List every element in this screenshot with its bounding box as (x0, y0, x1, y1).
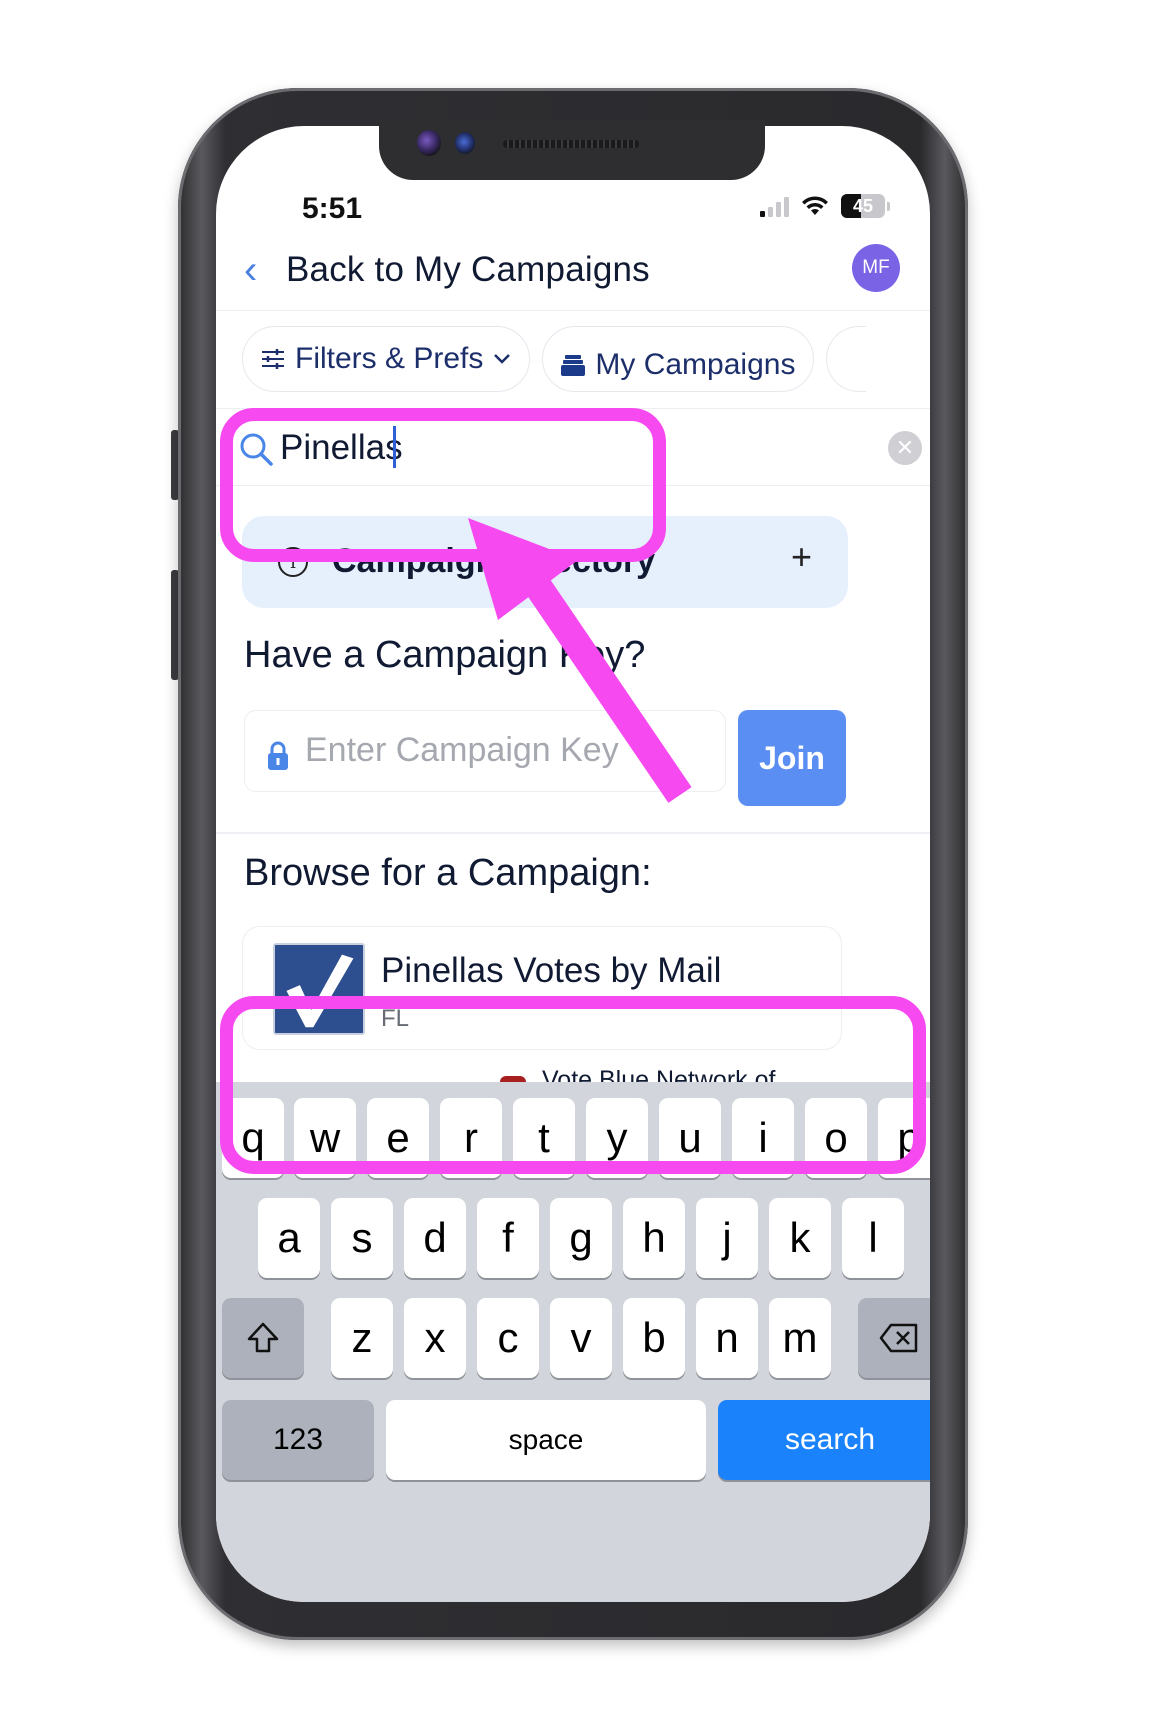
key-h[interactable]: h (623, 1198, 685, 1278)
key-i[interactable]: i (732, 1098, 794, 1178)
my-campaigns-label: My Campaigns (595, 348, 796, 381)
search-icon (240, 433, 273, 466)
info-icon: i (278, 547, 308, 577)
campaign-result-pinellas[interactable]: Pinellas Votes by Mail FL (242, 926, 842, 1050)
stack-icon (561, 355, 586, 376)
status-icons: 45 (760, 194, 890, 218)
key-y[interactable]: y (586, 1098, 648, 1178)
key-g[interactable]: g (550, 1198, 612, 1278)
status-time: 5:51 (302, 192, 363, 225)
key-x[interactable]: x (404, 1298, 466, 1378)
backspace-icon (879, 1323, 918, 1353)
battery-level: 45 (852, 195, 874, 216)
filter-chips: Filters & Prefs My Campaigns (242, 326, 867, 392)
browse-heading: Browse for a Campaign: (244, 852, 652, 894)
space-key[interactable]: space (386, 1400, 706, 1480)
avatar[interactable]: MF (852, 244, 900, 292)
on-screen-keyboard: q w e r t y u i o p a s d f g h j k l z … (216, 1082, 930, 1602)
shift-icon (247, 1322, 279, 1353)
key-w[interactable]: w (294, 1098, 356, 1178)
speaker-grille (503, 140, 639, 148)
key-u[interactable]: u (659, 1098, 721, 1178)
back-to-campaigns-link[interactable]: Back to My Campaigns (286, 250, 650, 290)
battery-icon: 45 (841, 194, 885, 218)
header-divider (216, 310, 930, 311)
campaign-key-heading: Have a Campaign Key? (244, 634, 646, 676)
key-c[interactable]: c (477, 1298, 539, 1378)
text-caret (393, 426, 396, 468)
key-t[interactable]: t (513, 1098, 575, 1178)
plus-icon[interactable]: + (791, 536, 812, 578)
key-q[interactable]: q (222, 1098, 284, 1178)
clear-icon[interactable]: ✕ (888, 431, 922, 465)
key-e[interactable]: e (367, 1098, 429, 1178)
battery-tip (887, 201, 890, 211)
section-divider (216, 832, 930, 834)
chevron-down-icon (494, 354, 511, 364)
lock-icon (268, 741, 288, 770)
campaign-key-input[interactable] (305, 725, 705, 775)
search-bar: ✕ (216, 408, 930, 486)
backspace-key[interactable] (858, 1298, 930, 1378)
phone-notch (379, 120, 765, 180)
key-j[interactable]: j (696, 1198, 758, 1278)
search-key[interactable]: search (718, 1400, 930, 1480)
shift-key[interactable] (222, 1298, 304, 1378)
campaign-directory-accordion[interactable]: i Campaign Directory + (242, 516, 848, 608)
key-o[interactable]: o (805, 1098, 867, 1178)
chevron-left-icon[interactable]: ‹ (244, 248, 257, 293)
sliders-icon (262, 349, 284, 369)
key-l[interactable]: l (842, 1198, 904, 1278)
campaign-name: Pinellas Votes by Mail (381, 951, 722, 990)
sensor-icon (455, 132, 475, 154)
wifi-icon (802, 196, 828, 215)
phone-screen: 5:51 45 ‹ Back to My Campaigns MF Filter… (216, 126, 930, 1602)
more-chip[interactable] (826, 326, 867, 392)
my-campaigns-button[interactable]: My Campaigns (542, 326, 815, 392)
signal-icon (760, 195, 789, 217)
key-s[interactable]: s (331, 1198, 393, 1278)
campaign-key-field (244, 710, 726, 792)
key-v[interactable]: v (550, 1298, 612, 1378)
checkmark-logo-icon (273, 943, 365, 1035)
campaign-directory-label: Campaign Directory (332, 542, 656, 580)
join-button[interactable]: Join (738, 710, 846, 806)
key-m[interactable]: m (769, 1298, 831, 1378)
key-a[interactable]: a (258, 1198, 320, 1278)
filters-prefs-label: Filters & Prefs (295, 342, 484, 375)
filters-prefs-button[interactable]: Filters & Prefs (242, 326, 531, 392)
numbers-key[interactable]: 123 (222, 1400, 374, 1480)
key-d[interactable]: d (404, 1198, 466, 1278)
key-k[interactable]: k (769, 1198, 831, 1278)
key-p[interactable]: p (878, 1098, 930, 1178)
key-r[interactable]: r (440, 1098, 502, 1178)
key-b[interactable]: b (623, 1298, 685, 1378)
key-n[interactable]: n (696, 1298, 758, 1378)
campaign-state: FL (381, 1005, 410, 1032)
key-f[interactable]: f (477, 1198, 539, 1278)
camera-icon (417, 130, 441, 156)
key-z[interactable]: z (331, 1298, 393, 1378)
search-input[interactable] (280, 423, 760, 473)
